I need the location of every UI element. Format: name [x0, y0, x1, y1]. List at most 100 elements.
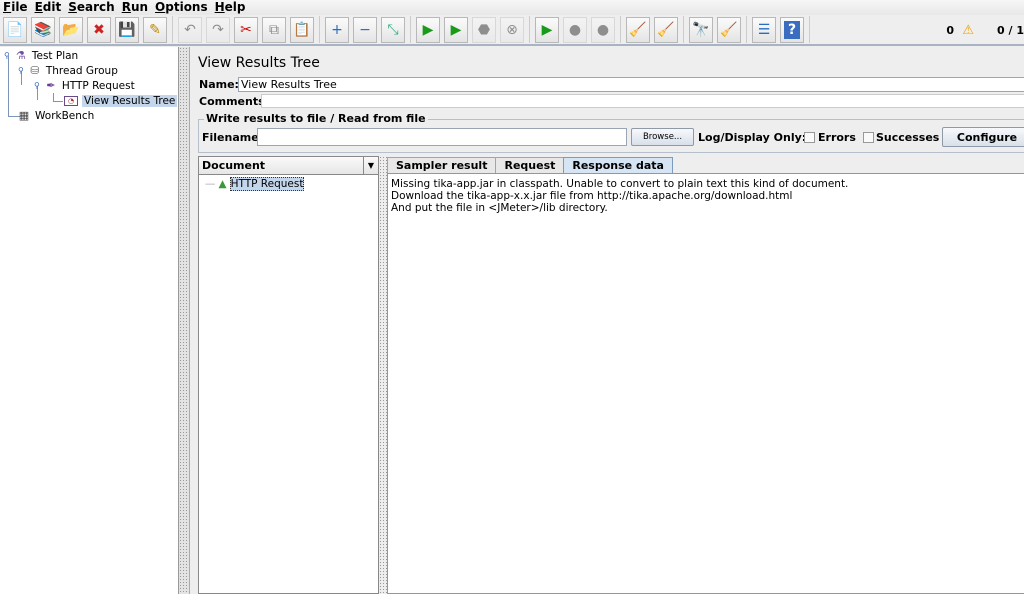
menu-file[interactable]: File	[0, 0, 32, 15]
remote-start-all-button[interactable]: ▶	[535, 16, 559, 43]
remote-shutdown-all-icon: ●	[596, 21, 610, 38]
new-icon: 📄	[6, 21, 24, 38]
tab-request[interactable]: Request	[495, 157, 565, 173]
tree-item-thread-group[interactable]: ⚲ ⛁ Thread Group	[18, 63, 118, 78]
workbench-icon: ▦	[18, 109, 30, 122]
tab-sampler-result[interactable]: Sampler result	[387, 157, 497, 173]
save-as-icon: ✎	[149, 21, 161, 38]
close-button[interactable]: ✖	[87, 16, 111, 43]
toolbar-group: ▶ ● ●	[535, 16, 621, 43]
copy-button[interactable]: ⧉	[262, 16, 286, 43]
reset-search-button[interactable]: 🧹	[717, 16, 741, 43]
toggle-button[interactable]: ⤡	[381, 16, 405, 43]
help-icon: ?	[783, 20, 801, 39]
results-splitter[interactable]	[379, 156, 387, 594]
expand-all-icon: +	[331, 21, 343, 38]
new-button[interactable]: 📄	[3, 16, 27, 43]
start-no-pauses-button[interactable]: ▶	[444, 16, 468, 43]
start-button[interactable]: ▶	[416, 16, 440, 43]
filename-field[interactable]	[257, 128, 627, 146]
test-plan-tree: ⚲ ⚗ Test Plan ⚲ ⛁ Thread Group ⚲ ✒ HTTP Reques…	[0, 47, 179, 594]
cut-button[interactable]: ✂	[234, 16, 258, 43]
page-title: View Results Tree	[198, 55, 320, 71]
successes-checkbox[interactable]	[863, 132, 874, 143]
errors-label: Errors	[818, 131, 856, 144]
comments-field[interactable]	[261, 94, 1024, 108]
stop-icon: ⬣	[477, 21, 491, 38]
cut-icon: ✂	[240, 21, 252, 38]
mnemonic: R	[121, 0, 131, 14]
collapse-all-button[interactable]: −	[353, 16, 377, 43]
response-data-view[interactable]: Missing tika-app.jar in classpath. Unabl…	[387, 173, 1024, 594]
tree-line: —	[205, 177, 216, 190]
menu-search[interactable]: Search	[65, 0, 118, 15]
toolbar-group: 🔭 🧹	[689, 16, 747, 43]
save-icon: 💾	[118, 21, 136, 38]
paste-icon: 📋	[293, 21, 311, 38]
menu-run[interactable]: Run	[119, 0, 152, 15]
success-icon: ▲	[218, 177, 227, 190]
filename-label: Filename	[202, 131, 259, 144]
collapse-all-icon: −	[359, 21, 371, 38]
clear-all-button[interactable]: 🧹	[654, 16, 678, 43]
shutdown-button[interactable]: ⊗	[500, 16, 524, 43]
mnemonic: O	[155, 0, 166, 14]
clear-icon: 🧹	[629, 21, 647, 38]
tree-item-test-plan[interactable]: ⚲ ⚗ Test Plan	[4, 48, 78, 63]
help-button[interactable]: ?	[780, 16, 804, 43]
undo-button[interactable]: ↶	[178, 16, 202, 43]
paste-button[interactable]: 📋	[290, 16, 314, 43]
expand-all-button[interactable]: +	[325, 16, 349, 43]
clear-button[interactable]: 🧹	[626, 16, 650, 43]
expand-handle-icon[interactable]: ⚲	[4, 51, 10, 60]
stop-button[interactable]: ⬣	[472, 16, 496, 43]
menu-label: elp	[224, 0, 246, 14]
results-list-panel: Document ▼ — ▲ HTTP Request	[198, 156, 379, 594]
remote-stop-all-button[interactable]: ●	[563, 16, 587, 43]
expand-handle-icon[interactable]: ⚲	[18, 66, 24, 75]
result-tabs: Sampler result Request Response data	[387, 157, 673, 173]
open-icon: 📂	[62, 21, 80, 38]
tree-item-view-results-tree[interactable]: ◔ View Results Tree	[64, 93, 178, 108]
response-line: And put the file in <JMeter>/lib directo…	[391, 202, 608, 214]
remote-stop-all-icon: ●	[568, 21, 582, 38]
toolbar-group: ↶ ↷ ✂ ⧉ 📋	[178, 16, 320, 43]
result-item[interactable]: — ▲ HTTP Request	[199, 176, 378, 191]
menu-options[interactable]: Options	[152, 0, 212, 15]
chevron-down-icon[interactable]: ▼	[363, 157, 378, 174]
error-count: 0	[946, 24, 954, 37]
menu-edit[interactable]: Edit	[32, 0, 66, 15]
menu-help[interactable]: Help	[212, 0, 250, 15]
name-field[interactable]: View Results Tree	[238, 77, 1024, 92]
redo-icon: ↷	[212, 21, 224, 38]
save-button[interactable]: 💾	[115, 16, 139, 43]
warning-icon[interactable]: ⚠	[962, 23, 974, 38]
templates-button[interactable]: 📚	[31, 16, 55, 43]
response-line: Download the tika-app-x.x.jar file from …	[391, 190, 793, 202]
tree-item-workbench[interactable]: ▦ WorkBench	[17, 108, 95, 123]
menu-label: dit	[42, 0, 62, 14]
tab-response-data[interactable]: Response data	[563, 157, 673, 173]
function-helper-button[interactable]: ☰	[752, 16, 776, 43]
mnemonic: E	[34, 0, 43, 14]
open-button[interactable]: 📂	[59, 16, 83, 43]
search-button[interactable]: 🔭	[689, 16, 713, 43]
configure-button[interactable]: Configure	[942, 127, 1024, 147]
toolbar: 📄 📚 📂 ✖ 💾 ✎ ↶ ↷ ✂ ⧉ 📋 + − ⤡ ▶ ▶ ⬣ ⊗ ▶ ● ● 🧹 🧹 🔭 🧹 ☰?	[0, 15, 1024, 46]
splitter[interactable]	[179, 47, 190, 594]
redo-button[interactable]: ↷	[206, 16, 230, 43]
renderer-select[interactable]: Document ▼	[199, 157, 378, 175]
toggle-icon: ⤡	[387, 21, 399, 38]
remote-shutdown-all-button[interactable]: ●	[591, 16, 615, 43]
listener-icon: ◔	[64, 95, 78, 106]
pipette-icon: ✒	[46, 79, 56, 92]
expand-handle-icon[interactable]: ⚲	[34, 81, 40, 90]
reset-search-icon: 🧹	[720, 21, 738, 38]
save-as-button[interactable]: ✎	[143, 16, 167, 43]
errors-checkbox[interactable]	[804, 132, 815, 143]
start-icon: ▶	[422, 21, 434, 38]
tree-item-http-request[interactable]: ⚲ ✒ HTTP Request	[34, 78, 135, 93]
comments-label: Comments:	[199, 95, 270, 108]
toolbar-group: ▶ ▶ ⬣ ⊗	[416, 16, 530, 43]
browse-button[interactable]: Browse...	[631, 128, 694, 146]
